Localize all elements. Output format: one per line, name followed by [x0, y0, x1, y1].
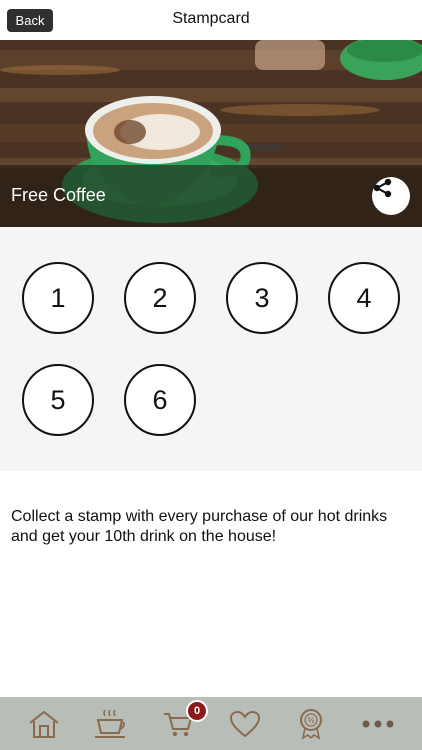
svg-text:%: %	[307, 716, 314, 725]
tab-favorites[interactable]	[215, 697, 275, 750]
share-button[interactable]	[372, 177, 410, 215]
stamp-grid: 1 2 3 4 5 6	[0, 227, 422, 471]
tab-more[interactable]	[348, 697, 408, 750]
coffee-cup-icon	[95, 709, 125, 738]
stamp-5[interactable]: 5	[22, 364, 94, 436]
stamp-4[interactable]: 4	[328, 262, 400, 334]
tab-rewards[interactable]: %	[281, 697, 341, 750]
cart-count-badge: 0	[186, 700, 208, 722]
stamp-6[interactable]: 6	[124, 364, 196, 436]
offer-title: Free Coffee	[11, 185, 106, 205]
stamp-2[interactable]: 2	[124, 262, 196, 334]
header: Back Stampcard	[0, 0, 422, 40]
stamp-1[interactable]: 1	[22, 262, 94, 334]
award-badge-icon: %	[300, 708, 322, 740]
stamp-3[interactable]: 3	[226, 262, 298, 334]
page-title: Stampcard	[172, 10, 250, 27]
tab-home[interactable]	[14, 697, 74, 750]
hero-image: Free Coffee	[0, 40, 422, 227]
tab-drinks[interactable]	[80, 697, 140, 750]
share-icon	[373, 178, 392, 198]
stampcard-screen: Back Stampcard Free Coffee 1 2 3 4 5 6 C…	[0, 0, 422, 750]
heart-icon	[229, 710, 261, 737]
more-icon	[362, 720, 394, 727]
bottom-tab-bar: %	[0, 697, 422, 750]
offer-description: Collect a stamp with every purchase of o…	[11, 508, 388, 545]
home-icon	[29, 710, 59, 738]
